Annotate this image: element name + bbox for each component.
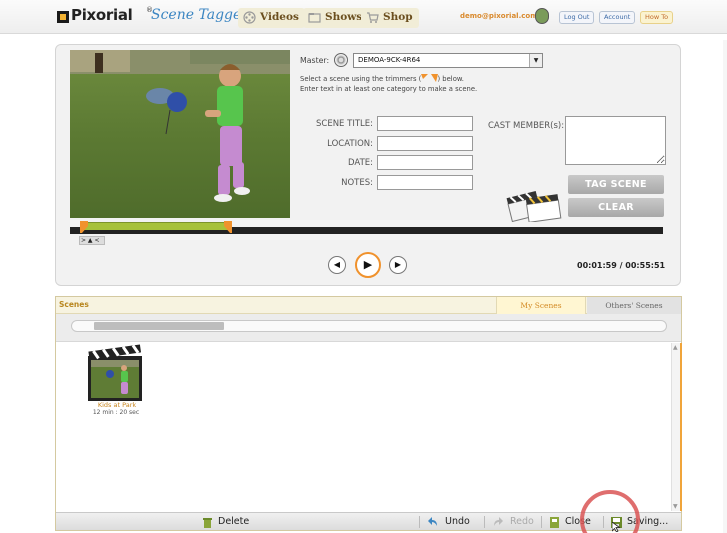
previous-frame-button[interactable]: ◀ [328, 256, 346, 274]
chevron-left-icon: ◀ [333, 260, 341, 269]
nav-videos-label: Videos [260, 11, 299, 23]
cast-members-input[interactable] [565, 116, 666, 165]
date-label: DATE: [348, 158, 373, 168]
user-avatar-icon[interactable] [535, 8, 549, 24]
scenes-header: Scenes My Scenes Others' Scenes [56, 297, 681, 314]
location-input[interactable] [377, 136, 473, 151]
left-trimmer-handle-icon[interactable] [80, 221, 89, 233]
nav-shows[interactable]: Shows [303, 8, 369, 28]
logout-button[interactable]: Log Out [559, 11, 595, 24]
scenes-scroll-strip [56, 314, 681, 342]
toolbar-divider [484, 516, 485, 528]
scenes-footer-toolbar: Delete Undo Redo Close Saving... [56, 512, 681, 530]
nav-videos[interactable]: Videos [238, 8, 305, 28]
left-trimmer-flag-icon [421, 74, 429, 79]
mini-playback-controls[interactable]: > ▲ < [79, 236, 105, 245]
next-frame-button[interactable]: ▶ [389, 256, 407, 274]
right-trimmer-handle-icon[interactable] [223, 221, 232, 233]
scenes-title: Scenes [59, 300, 89, 309]
undo-button[interactable]: Undo [428, 515, 470, 529]
instruction-line-2: Enter text in at least one category to m… [300, 85, 478, 93]
scene-title-label: SCENE TITLE: [316, 119, 373, 129]
scenes-accent-rule [680, 343, 682, 511]
undo-label: Undo [445, 516, 470, 527]
close-label: Close [565, 516, 591, 527]
mouse-cursor-icon [612, 522, 621, 532]
account-button[interactable]: Account [599, 11, 636, 24]
film-reel-icon [243, 11, 256, 24]
clapperboard-icon [506, 190, 562, 222]
play-button[interactable]: ▶ [355, 252, 381, 278]
master-select-value: DEMOA-9CK-4R64 [358, 56, 421, 64]
video-frame [70, 50, 290, 218]
product-name: Scene Tagger [151, 7, 248, 23]
user-email[interactable]: demo@pixorial.com [460, 12, 537, 20]
timeline-selection [80, 222, 232, 230]
delete-button[interactable]: Delete [202, 515, 249, 529]
play-icon: ▶ [363, 258, 373, 271]
top-header: Pixorial ® Scene Tagger Videos Shows Sho… [0, 0, 727, 34]
cast-members-label: CAST MEMBER(s): [488, 121, 565, 131]
folder-icon [308, 13, 321, 23]
pixorial-logo-icon[interactable] [57, 11, 69, 23]
video-player[interactable] [70, 50, 290, 218]
nav-shows-label: Shows [325, 11, 363, 23]
chevron-right-icon: ▶ [394, 260, 402, 269]
tag-scene-button[interactable]: TAG SCENE [568, 175, 664, 194]
master-select[interactable]: DEMOA-9CK-4R64 ▼ [353, 53, 543, 68]
clear-button[interactable]: CLEAR [568, 198, 664, 217]
scrollbar-thumb[interactable] [94, 322, 224, 330]
horizontal-scrollbar[interactable] [71, 320, 667, 332]
chevron-down-icon[interactable]: ▼ [529, 54, 542, 67]
close-book-icon [550, 517, 559, 528]
time-display: 00:01:59 / 00:55:51 [577, 261, 666, 270]
delete-label: Delete [218, 516, 250, 527]
instruction-text-b: ) below. [437, 75, 464, 83]
brand-name[interactable]: Pixorial [71, 6, 133, 24]
instruction-text-a: Select a scene using the trimmers ( [300, 75, 422, 83]
nav-shop[interactable]: Shop [361, 8, 419, 28]
notes-input[interactable] [377, 175, 473, 190]
date-input[interactable] [377, 155, 473, 170]
tab-my-scenes[interactable]: My Scenes [496, 297, 586, 314]
page-edge [723, 40, 727, 533]
notes-label: NOTES: [341, 178, 373, 188]
scene-duration: 12 min : 20 sec [92, 409, 140, 416]
scene-title-input[interactable] [377, 116, 473, 131]
undo-arrow-icon [428, 517, 437, 526]
toolbar-divider [419, 516, 420, 528]
scene-tagger-app: { "header": { "brand": "Pixorial", "bran… [0, 0, 727, 533]
redo-button[interactable]: Redo [492, 515, 534, 529]
redo-label: Redo [510, 516, 534, 527]
right-trimmer-flag-icon [430, 74, 438, 82]
scene-name[interactable]: Kids at Park [90, 401, 144, 409]
scene-thumbnail[interactable] [88, 344, 142, 401]
location-label: LOCATION: [327, 139, 373, 149]
master-label: Master: [300, 56, 330, 65]
scroll-up-icon[interactable]: ▲ [673, 344, 678, 351]
nav-shop-label: Shop [383, 11, 413, 23]
trash-icon [203, 518, 212, 528]
toolbar-divider [541, 516, 542, 528]
shopping-cart-icon [367, 12, 379, 23]
close-button[interactable]: Close [549, 515, 591, 529]
scenes-panel: Scenes My Scenes Others' Scenes Kids at … [55, 296, 682, 531]
how-to-button[interactable]: How To [640, 11, 674, 24]
tab-others-scenes[interactable]: Others' Scenes [587, 297, 681, 314]
save-label: Saving... [627, 516, 669, 527]
scroll-down-icon[interactable]: ▼ [673, 503, 678, 510]
redo-arrow-icon [494, 517, 503, 526]
toolbar-divider [603, 516, 604, 528]
instruction-line-1: Select a scene using the trimmers ( ) be… [300, 74, 464, 83]
film-reel-icon [334, 53, 348, 67]
